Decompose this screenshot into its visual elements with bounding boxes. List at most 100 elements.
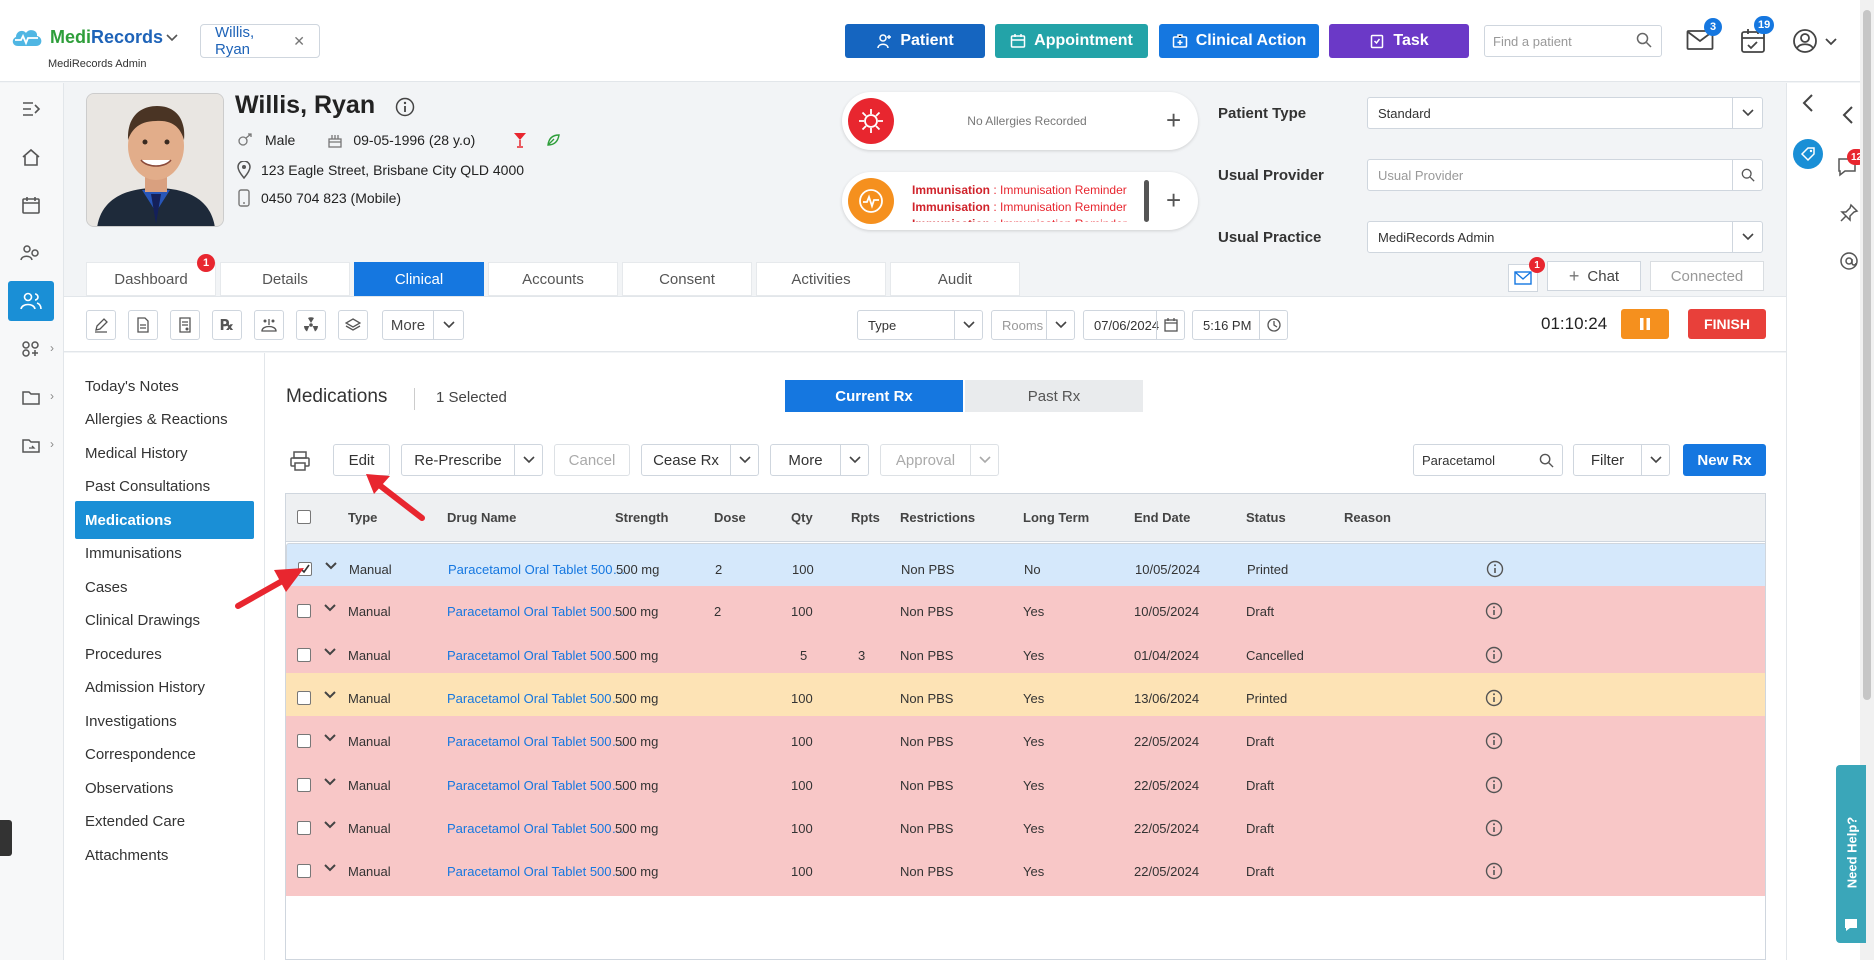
chevron-left-icon[interactable] bbox=[1801, 93, 1815, 113]
encounter-date-field[interactable]: 07/06/2024 bbox=[1083, 310, 1185, 340]
expand-row-chevron-icon[interactable] bbox=[324, 647, 336, 656]
tool-pathology[interactable] bbox=[254, 310, 284, 340]
pin-icon[interactable] bbox=[1839, 203, 1859, 223]
row-checkbox[interactable] bbox=[297, 690, 311, 705]
info-icon[interactable] bbox=[1485, 602, 1503, 620]
new-rx-button[interactable]: New Rx bbox=[1683, 444, 1766, 476]
tab-activities[interactable]: Activities bbox=[756, 262, 886, 296]
cell-drug[interactable]: Paracetamol Oral Tablet 500 mg bbox=[447, 604, 627, 619]
row-checkbox[interactable] bbox=[297, 864, 311, 879]
chevron-down-icon[interactable] bbox=[166, 34, 178, 42]
info-icon[interactable] bbox=[1485, 819, 1503, 837]
encounter-type-select[interactable]: Type bbox=[857, 310, 983, 340]
nav-item-medical-history[interactable]: Medical History bbox=[75, 434, 254, 472]
expand-row-chevron-icon[interactable] bbox=[324, 777, 336, 786]
table-row[interactable]: Manual Paracetamol Oral Tablet 500 mg 500 … bbox=[286, 846, 1765, 898]
info-icon[interactable] bbox=[1485, 776, 1503, 794]
nav-item-past-consultations[interactable]: Past Consultations bbox=[75, 468, 254, 506]
column-header-rpts[interactable]: Rpts bbox=[851, 510, 880, 525]
tool-notes[interactable] bbox=[86, 310, 116, 340]
cease-rx-button[interactable]: Cease Rx bbox=[641, 444, 759, 476]
rail-collapse[interactable] bbox=[8, 89, 54, 129]
tool-certificate[interactable] bbox=[170, 310, 200, 340]
nav-item-investigations[interactable]: Investigations bbox=[75, 702, 254, 740]
finish-button[interactable]: FINISH bbox=[1688, 309, 1766, 339]
new-patient-button[interactable]: Patient bbox=[845, 24, 985, 58]
column-header-dose[interactable]: Dose bbox=[714, 510, 746, 525]
cancel-button[interactable]: Cancel bbox=[554, 444, 630, 476]
tool-letter[interactable] bbox=[128, 310, 158, 340]
current-rx-toggle[interactable]: Current Rx bbox=[785, 380, 963, 412]
search-icon[interactable] bbox=[1741, 168, 1755, 182]
cell-drug[interactable]: Paracetamol Oral Tablet 500 mg bbox=[447, 691, 627, 706]
patient-type-select[interactable]: Standard bbox=[1367, 97, 1763, 129]
medication-search-input[interactable] bbox=[1422, 452, 1532, 468]
info-icon[interactable] bbox=[1485, 732, 1503, 750]
tab-consent[interactable]: Consent bbox=[622, 262, 752, 296]
tab-details[interactable]: Details bbox=[220, 262, 350, 296]
tool-radiology[interactable] bbox=[296, 310, 326, 340]
nav-item-clinical-drawings[interactable]: Clinical Drawings bbox=[75, 602, 254, 640]
left-edge-tab[interactable] bbox=[0, 820, 12, 856]
row-checkbox[interactable] bbox=[297, 647, 311, 662]
nav-item-extended-care[interactable]: Extended Care bbox=[75, 803, 254, 841]
info-icon[interactable] bbox=[395, 97, 415, 117]
usual-provider-field[interactable] bbox=[1367, 159, 1763, 191]
tab-accounts[interactable]: Accounts bbox=[488, 262, 618, 296]
info-icon[interactable] bbox=[1485, 862, 1503, 880]
open-patient-chip[interactable]: Willis, Ryan ✕ bbox=[200, 24, 320, 58]
info-icon[interactable] bbox=[1486, 560, 1504, 578]
tab-dashboard[interactable]: Dashboard 1 bbox=[86, 254, 216, 296]
app-logo[interactable]: MediRecords bbox=[10, 26, 163, 48]
nav-item-attachments[interactable]: Attachments bbox=[75, 836, 254, 874]
filter-button[interactable]: Filter bbox=[1573, 444, 1670, 476]
encounter-time-field[interactable]: 5:16 PM bbox=[1192, 310, 1288, 340]
column-header-reason[interactable]: Reason bbox=[1344, 510, 1391, 525]
more-actions-button[interactable]: More bbox=[770, 444, 869, 476]
cell-drug[interactable]: Paracetamol Oral Tablet 500 mg bbox=[447, 778, 627, 793]
tool-referral[interactable] bbox=[338, 310, 368, 340]
column-header-restrictions[interactable]: Restrictions bbox=[900, 510, 975, 525]
cell-drug[interactable]: Paracetamol Oral Tablet 500 mg bbox=[447, 821, 627, 836]
select-all-checkbox[interactable] bbox=[297, 510, 311, 524]
rooms-select[interactable]: Rooms bbox=[991, 310, 1075, 340]
immunisation-reminders-list[interactable]: Immunisation : Immunisation Reminder Immu… bbox=[912, 182, 1127, 222]
column-header-status[interactable]: Status bbox=[1246, 510, 1286, 525]
medication-search-field[interactable] bbox=[1413, 444, 1563, 476]
expand-row-chevron-icon[interactable] bbox=[325, 562, 337, 570]
rail-patients[interactable] bbox=[8, 281, 54, 321]
column-header-qty[interactable]: Qty bbox=[791, 510, 813, 525]
usual-provider-input[interactable] bbox=[1378, 167, 1718, 183]
tab-audit[interactable]: Audit bbox=[890, 262, 1020, 296]
add-immunisation-button[interactable]: + bbox=[1166, 187, 1181, 213]
nav-item-admission-history[interactable]: Admission History bbox=[75, 669, 254, 707]
need-help-tab[interactable]: Need Help? bbox=[1836, 765, 1866, 943]
close-icon[interactable]: ✕ bbox=[293, 33, 305, 50]
rail-folders[interactable]: › bbox=[8, 377, 54, 417]
usual-practice-select[interactable]: MediRecords Admin bbox=[1367, 221, 1763, 253]
nav-item-allergies-reactions[interactable]: Allergies & Reactions bbox=[75, 401, 254, 439]
expand-row-chevron-icon[interactable] bbox=[324, 734, 336, 742]
nav-item-procedures[interactable]: Procedures bbox=[75, 635, 254, 673]
new-appointment-button[interactable]: Appointment bbox=[995, 24, 1148, 58]
clinical-action-button[interactable]: Clinical Action bbox=[1159, 24, 1319, 58]
expand-row-chevron-icon[interactable] bbox=[324, 691, 336, 699]
rail-home[interactable] bbox=[8, 137, 54, 177]
nav-item-observations[interactable]: Observations bbox=[75, 769, 254, 807]
row-checkbox[interactable] bbox=[297, 777, 311, 792]
tag-button[interactable] bbox=[1793, 139, 1823, 169]
cell-drug[interactable]: Paracetamol Oral Tablet 500 mg bbox=[447, 734, 627, 749]
connected-button[interactable]: Connected bbox=[1650, 261, 1764, 291]
nav-item-immunisations[interactable]: Immunisations bbox=[75, 535, 254, 573]
search-icon[interactable] bbox=[1539, 453, 1554, 468]
rail-calendar[interactable] bbox=[8, 185, 54, 225]
cell-drug[interactable]: Paracetamol Oral Tablet 500 mg bbox=[447, 864, 627, 879]
cell-drug[interactable]: Paracetamol Oral Tablet 500 mg bbox=[447, 648, 627, 663]
tab-clinical[interactable]: Clinical bbox=[354, 262, 484, 296]
immunisation-scrollbar[interactable] bbox=[1144, 180, 1149, 222]
expand-row-chevron-icon[interactable] bbox=[324, 821, 336, 829]
tool-prescription[interactable]: ℞ bbox=[212, 310, 242, 340]
past-rx-toggle[interactable]: Past Rx bbox=[965, 380, 1143, 412]
column-header-drug-name[interactable]: Drug Name bbox=[447, 510, 516, 525]
tools-more-dropdown[interactable]: More bbox=[382, 310, 464, 340]
